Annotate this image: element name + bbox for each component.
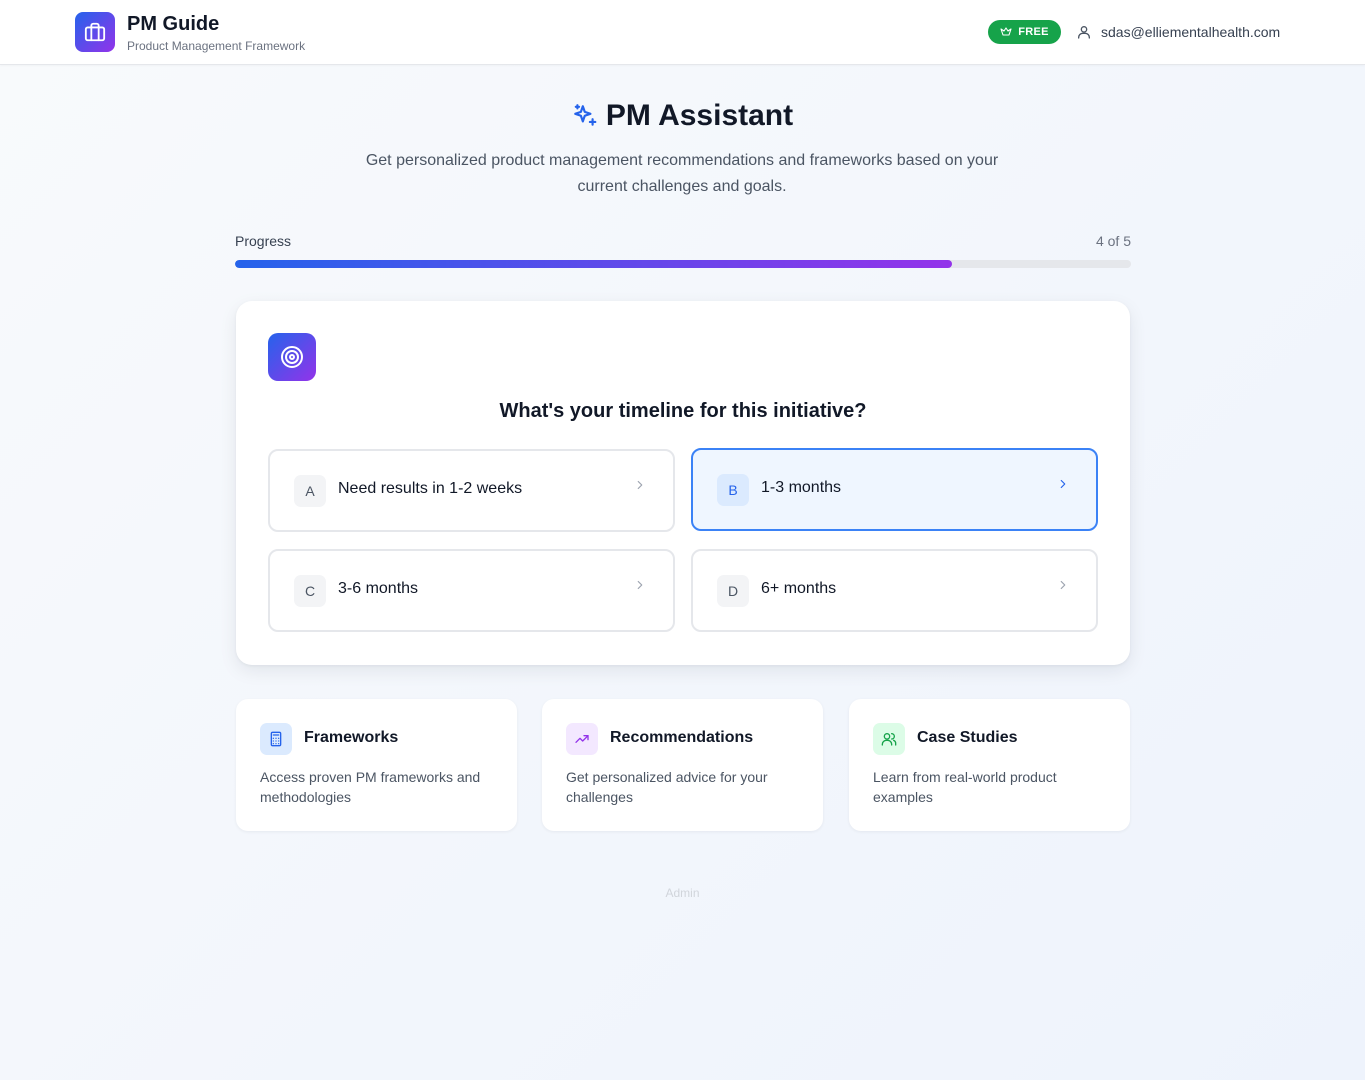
option-label: 6+ months: [761, 580, 837, 597]
option-letter: D: [717, 575, 749, 607]
progress-count: 4 of 5: [1095, 233, 1131, 249]
admin-link[interactable]: Admin: [0, 886, 1365, 900]
option-label: 1-3 months: [761, 479, 842, 496]
chevron-right-icon: [637, 580, 643, 590]
feature-title: Recommendations: [610, 729, 754, 746]
feature-description: Access proven PM frameworks and methodol…: [260, 769, 481, 805]
brand-title[interactable]: PM Guide: [127, 12, 219, 36]
feature-card-frameworks[interactable]: Frameworks Access proven PM frameworks a…: [236, 699, 517, 831]
brand-subtitle: Product Management Framework: [127, 39, 306, 53]
option-letter: B: [717, 474, 749, 506]
sparkles-icon: [574, 104, 597, 126]
briefcase-icon[interactable]: [75, 12, 115, 52]
option-label: 3-6 months: [338, 580, 419, 597]
app-header: PM Guide Product Management Framework FR…: [0, 0, 1365, 65]
chevron-right-icon: [637, 480, 643, 490]
option-b[interactable]: B 1-3 months: [691, 448, 1098, 531]
user-icon: [1078, 26, 1090, 39]
option-letter: A: [294, 475, 326, 507]
crown-icon: [1000, 27, 1012, 36]
feature-description: Learn from real-world product examples: [873, 769, 1057, 805]
progress-bar: [235, 260, 1131, 268]
progress-label: Progress: [235, 233, 292, 249]
feature-card-recommendations[interactable]: Recommendations Get personalized advice …: [542, 699, 823, 831]
feature-card-case-studies[interactable]: Case Studies Learn from real-world produ…: [849, 699, 1130, 831]
chevron-right-icon: [1060, 479, 1066, 489]
option-d[interactable]: D 6+ months: [691, 549, 1098, 632]
plan-badge[interactable]: FREE: [988, 20, 1061, 44]
user-menu[interactable]: sdas@elliementalhealth.com: [1076, 21, 1280, 43]
trending-up-icon: [566, 723, 598, 755]
users-icon: [873, 723, 905, 755]
progress-bar-fill: [235, 260, 952, 268]
option-a[interactable]: A Need results in 1-2 weeks: [268, 449, 675, 532]
plan-badge-label: FREE: [1018, 26, 1049, 38]
user-email: sdas@elliementalhealth.com: [1101, 24, 1281, 40]
feature-description: Get personalized advice for your challen…: [566, 769, 768, 805]
calculator-icon: [260, 723, 292, 755]
page-subtitle: Get personalized product management reco…: [365, 152, 999, 195]
feature-title: Frameworks: [304, 729, 399, 746]
page-title-text: PM Assistant: [605, 99, 794, 132]
page-title: PM Assistant: [0, 96, 1365, 136]
chevron-right-icon: [1060, 580, 1066, 590]
option-label: Need results in 1-2 weeks: [338, 480, 523, 497]
question-title: What's your timeline for this initiative…: [499, 400, 867, 422]
option-c[interactable]: C 3-6 months: [268, 549, 675, 632]
target-icon: [268, 333, 316, 381]
option-letter: C: [294, 575, 326, 607]
feature-title: Case Studies: [917, 729, 1018, 746]
question-card: What's your timeline for this initiative…: [236, 301, 1130, 665]
